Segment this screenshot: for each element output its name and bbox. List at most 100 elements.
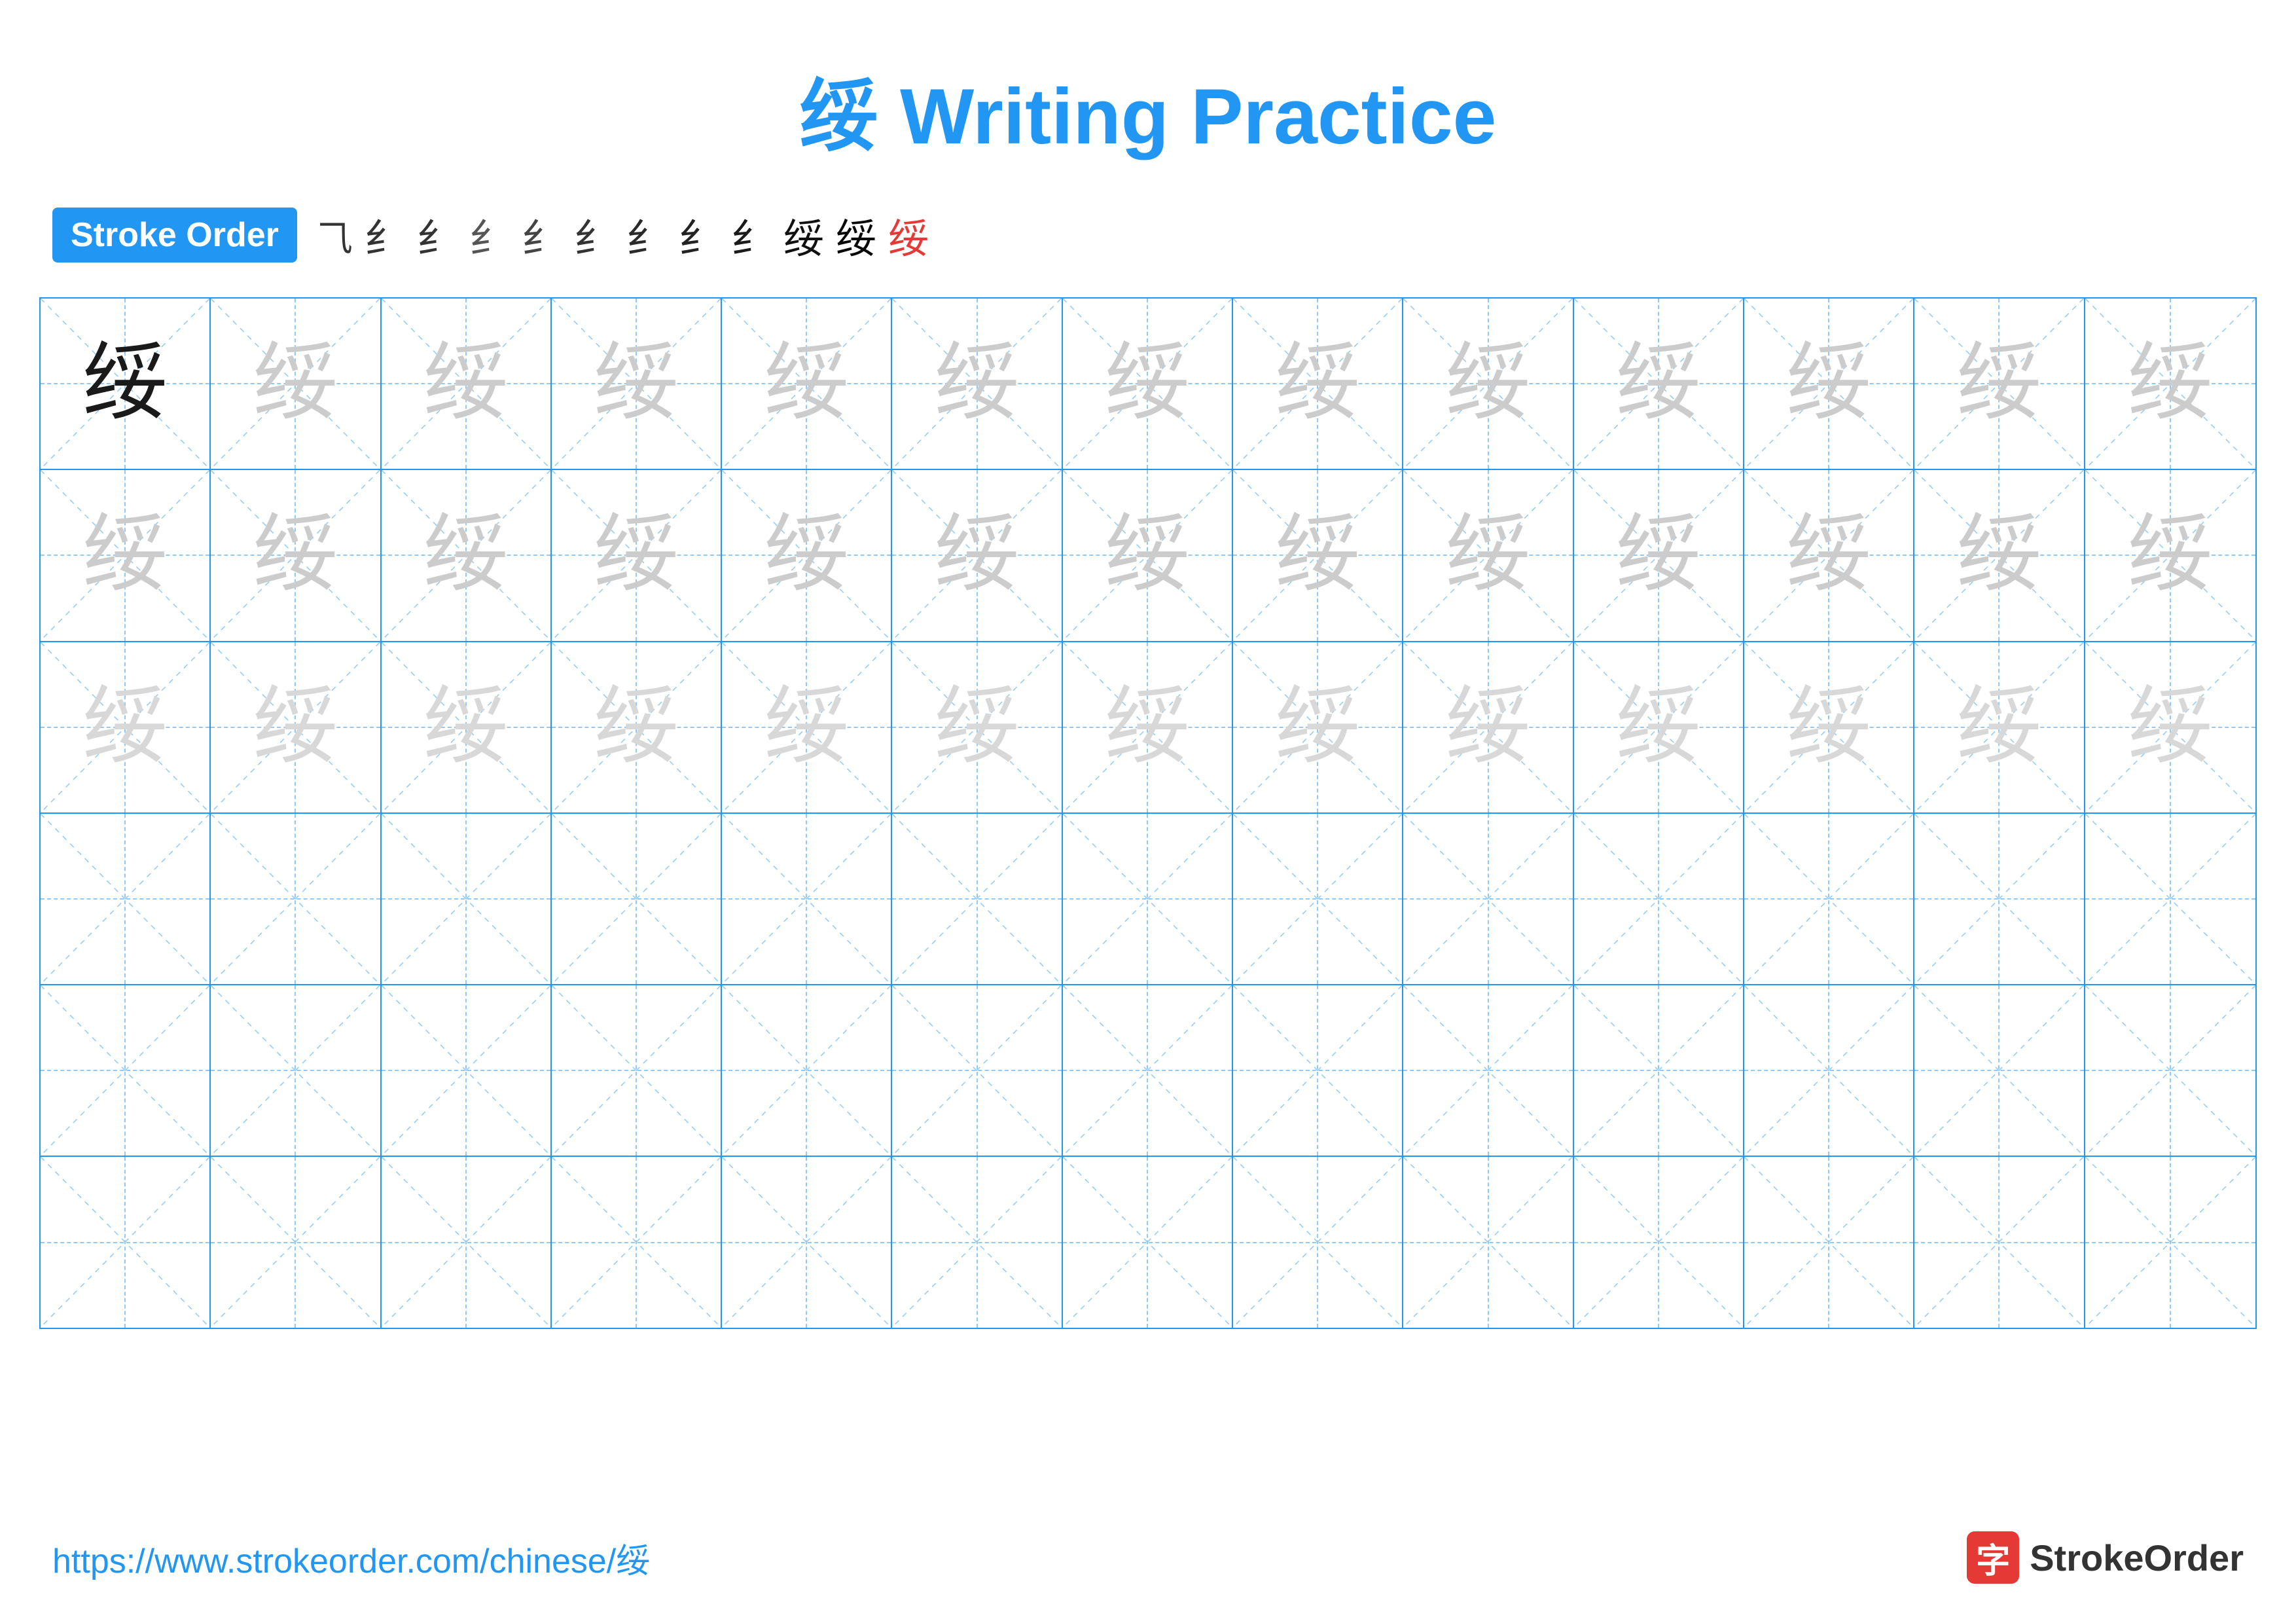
stroke-step-3: 纟	[417, 206, 457, 264]
grid-cell-5-1[interactable]	[41, 985, 211, 1156]
grid-cell-3-1[interactable]: 绥	[41, 642, 211, 812]
grid-cell-2-6[interactable]: 绥	[892, 470, 1062, 640]
grid-cell-4-3[interactable]	[382, 814, 552, 984]
grid-cell-3-7[interactable]: 绥	[1063, 642, 1233, 812]
stroke-step-10: 绥	[783, 206, 824, 264]
grid-cell-2-8[interactable]: 绥	[1233, 470, 1403, 640]
grid-cell-6-5[interactable]	[722, 1157, 892, 1327]
footer-url[interactable]: https://www.strokeorder.com/chinese/绥	[52, 1533, 650, 1582]
stroke-step-12: 绥	[888, 206, 929, 264]
grid-cell-1-2[interactable]: 绥	[211, 299, 381, 469]
char-display: 绥	[253, 341, 338, 426]
title-char: 绥	[800, 73, 878, 160]
grid-cell-4-7[interactable]	[1063, 814, 1233, 984]
grid-cell-3-13[interactable]: 绥	[2085, 642, 2255, 812]
grid-cell-6-8[interactable]	[1233, 1157, 1403, 1327]
grid-cell-1-7[interactable]: 绥	[1063, 299, 1233, 469]
grid-cell-5-7[interactable]	[1063, 985, 1233, 1156]
grid-cell-6-10[interactable]	[1574, 1157, 1744, 1327]
grid-cell-4-4[interactable]	[552, 814, 722, 984]
grid-cell-1-11[interactable]: 绥	[1744, 299, 1914, 469]
grid-cell-4-9[interactable]	[1403, 814, 1573, 984]
grid-cell-5-12[interactable]	[1914, 985, 2085, 1156]
grid-cell-1-6[interactable]: 绥	[892, 299, 1062, 469]
grid-cell-5-13[interactable]	[2085, 985, 2255, 1156]
grid-row-6	[41, 1157, 2255, 1327]
grid-cell-2-4[interactable]: 绥	[552, 470, 722, 640]
grid-cell-3-10[interactable]: 绥	[1574, 642, 1744, 812]
grid-cell-5-3[interactable]	[382, 985, 552, 1156]
title-text: Writing Practice	[878, 73, 1497, 160]
grid-cell-5-9[interactable]	[1403, 985, 1573, 1156]
grid-cell-6-6[interactable]	[892, 1157, 1062, 1327]
page-title: 绥 Writing Practice	[0, 0, 2296, 166]
grid-cell-3-4[interactable]: 绥	[552, 642, 722, 812]
grid-cell-1-13[interactable]: 绥	[2085, 299, 2255, 469]
grid-cell-4-5[interactable]	[722, 814, 892, 984]
grid-cell-4-13[interactable]	[2085, 814, 2255, 984]
grid-cell-5-4[interactable]	[552, 985, 722, 1156]
grid-row-5	[41, 985, 2255, 1157]
grid-cell-2-11[interactable]: 绥	[1744, 470, 1914, 640]
grid-cell-6-11[interactable]	[1744, 1157, 1914, 1327]
grid-cell-6-12[interactable]	[1914, 1157, 2085, 1327]
grid-cell-2-1[interactable]: 绥	[41, 470, 211, 640]
grid-cell-3-5[interactable]: 绥	[722, 642, 892, 812]
grid-cell-4-10[interactable]	[1574, 814, 1744, 984]
grid-cell-5-5[interactable]	[722, 985, 892, 1156]
strokeorder-logo-icon: 字	[1967, 1531, 2019, 1584]
stroke-steps: ⺄ 纟 纟 纟 纟 纟 纟 纟 纟 绥 绥 绥	[317, 206, 929, 264]
stroke-order-row: Stroke Order ⺄ 纟 纟 纟 纟 纟 纟 纟 纟 绥 绥 绥	[0, 192, 2296, 278]
grid-cell-4-6[interactable]	[892, 814, 1062, 984]
grid-cell-1-4[interactable]: 绥	[552, 299, 722, 469]
grid-cell-6-4[interactable]	[552, 1157, 722, 1327]
grid-cell-6-3[interactable]	[382, 1157, 552, 1327]
grid-cell-2-5[interactable]: 绥	[722, 470, 892, 640]
grid-cell-4-11[interactable]	[1744, 814, 1914, 984]
grid-cell-1-5[interactable]: 绥	[722, 299, 892, 469]
grid-cell-3-8[interactable]: 绥	[1233, 642, 1403, 812]
grid-cell-4-12[interactable]	[1914, 814, 2085, 984]
grid-cell-4-8[interactable]	[1233, 814, 1403, 984]
grid-cell-4-2[interactable]	[211, 814, 381, 984]
grid-cell-2-3[interactable]: 绥	[382, 470, 552, 640]
grid-cell-6-13[interactable]	[2085, 1157, 2255, 1327]
grid-cell-2-9[interactable]: 绥	[1403, 470, 1573, 640]
grid-cell-2-7[interactable]: 绥	[1063, 470, 1233, 640]
grid-cell-4-1[interactable]	[41, 814, 211, 984]
grid-cell-1-1[interactable]: 绥	[41, 299, 211, 469]
grid-cell-5-6[interactable]	[892, 985, 1062, 1156]
grid-row-3: 绥 绥 绥 绥 绥 绥 绥 绥 绥 绥 绥 绥 绥	[41, 642, 2255, 814]
grid-cell-5-2[interactable]	[211, 985, 381, 1156]
stroke-order-badge: Stroke Order	[52, 208, 297, 263]
grid-cell-2-13[interactable]: 绥	[2085, 470, 2255, 640]
stroke-step-9: 纟	[731, 206, 772, 264]
stroke-step-2: 纟	[365, 206, 405, 264]
footer: https://www.strokeorder.com/chinese/绥 字 …	[52, 1531, 2244, 1584]
grid-cell-1-8[interactable]: 绥	[1233, 299, 1403, 469]
grid-cell-2-10[interactable]: 绥	[1574, 470, 1744, 640]
grid-cell-3-11[interactable]: 绥	[1744, 642, 1914, 812]
grid-cell-5-10[interactable]	[1574, 985, 1744, 1156]
grid-cell-2-2[interactable]: 绥	[211, 470, 381, 640]
grid-cell-3-12[interactable]: 绥	[1914, 642, 2085, 812]
grid-cell-3-6[interactable]: 绥	[892, 642, 1062, 812]
grid-cell-1-3[interactable]: 绥	[382, 299, 552, 469]
grid-cell-5-11[interactable]	[1744, 985, 1914, 1156]
grid-cell-1-9[interactable]: 绥	[1403, 299, 1573, 469]
grid-cell-6-2[interactable]	[211, 1157, 381, 1327]
grid-cell-1-12[interactable]: 绥	[1914, 299, 2085, 469]
grid-cell-1-10[interactable]: 绥	[1574, 299, 1744, 469]
grid-cell-6-9[interactable]	[1403, 1157, 1573, 1327]
grid-cell-3-2[interactable]: 绥	[211, 642, 381, 812]
grid-cell-5-8[interactable]	[1233, 985, 1403, 1156]
grid-row-1: 绥 绥 绥 绥 绥 绥 绥 绥	[41, 299, 2255, 470]
footer-logo-text: StrokeOrder	[2030, 1537, 2244, 1579]
grid-cell-3-3[interactable]: 绥	[382, 642, 552, 812]
grid-cell-6-1[interactable]	[41, 1157, 211, 1327]
grid-cell-6-7[interactable]	[1063, 1157, 1233, 1327]
grid-cell-2-12[interactable]: 绥	[1914, 470, 2085, 640]
stroke-step-8: 纟	[679, 206, 719, 264]
char-display: 绥	[82, 341, 168, 426]
grid-cell-3-9[interactable]: 绥	[1403, 642, 1573, 812]
